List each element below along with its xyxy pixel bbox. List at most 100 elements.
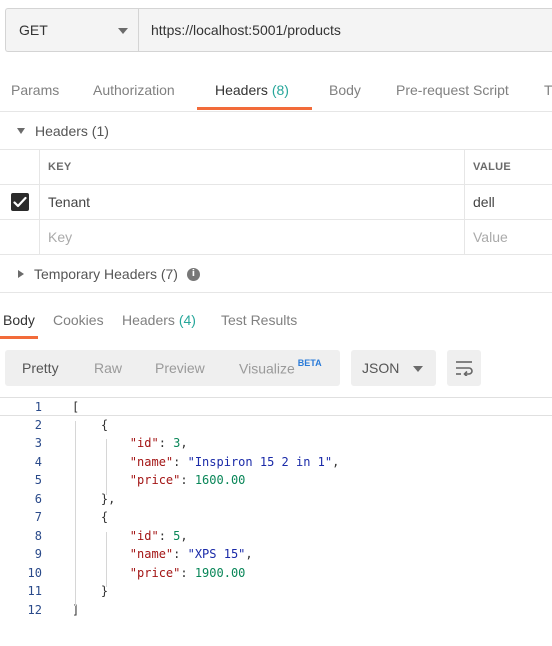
code-line: 3 "id": 3,: [0, 434, 552, 453]
tab-body[interactable]: Body: [329, 82, 361, 98]
checkbox-column-header: [0, 150, 40, 184]
tab-pre-request-script[interactable]: Pre-request Script: [396, 82, 509, 98]
line-number: 4: [34, 454, 42, 469]
line-number: 8: [34, 528, 42, 543]
key-column-header: KEY: [40, 150, 465, 184]
new-value-input[interactable]: Value: [465, 220, 552, 254]
empty-checkbox-cell: [0, 220, 40, 254]
raw-button[interactable]: Raw: [94, 360, 122, 376]
tab-label: Body: [329, 82, 361, 98]
tab-label: Cookies: [53, 312, 104, 328]
wrap-lines-icon: [456, 361, 473, 376]
response-tabs: Body Cookies Headers (4) Test Results: [0, 303, 552, 339]
method-select[interactable]: GET: [5, 8, 138, 52]
tab-label: Pre-request Script: [396, 82, 509, 98]
code-text: {: [72, 417, 109, 432]
tab-response-body[interactable]: Body: [3, 312, 35, 328]
line-number: 10: [27, 565, 42, 580]
code-text: [: [72, 400, 80, 414]
chevron-down-icon: [118, 28, 128, 34]
request-url-bar: GET https://localhost:5001/products: [5, 8, 552, 52]
tab-label: Headers: [122, 312, 175, 328]
temporary-headers-title: Temporary Headers (7): [34, 266, 178, 282]
tab-count: (8): [271, 82, 289, 98]
tab-count: (4): [178, 312, 196, 328]
code-line: 10 "price": 1900.00: [0, 564, 552, 583]
code-text: "price": 1600.00: [129, 473, 246, 487]
code-line: 1[: [0, 397, 552, 416]
header-value-field[interactable]: dell: [465, 185, 552, 219]
indent-guide: [75, 420, 76, 606]
method-value: GET: [19, 22, 48, 38]
format-select[interactable]: JSON: [351, 350, 436, 386]
request-tabs: Params Authorization Headers (8) Body Pr…: [0, 72, 552, 112]
new-key-input[interactable]: Key: [40, 220, 465, 254]
code-text: },: [72, 491, 116, 506]
code-text: "id": 3,: [129, 436, 188, 450]
value-column-header: VALUE: [473, 161, 511, 173]
code-text: "name": "Inspiron 15 2 in 1",: [129, 454, 340, 469]
line-number: 3: [34, 436, 42, 450]
code-text: "price": 1900.00: [129, 565, 246, 580]
info-icon[interactable]: i: [186, 267, 200, 281]
response-body-viewer[interactable]: 1[2 {3 "id": 3, 4 "name": "Inspiron 15 2 …: [0, 396, 552, 636]
line-number: 9: [34, 547, 42, 561]
line-number: 2: [34, 417, 42, 432]
table-row: Tenant dell: [0, 185, 552, 220]
beta-badge: BETA: [297, 358, 322, 368]
indent-guide: [106, 439, 107, 495]
code-line: 6 },: [0, 490, 552, 509]
caret-right-icon: [18, 270, 24, 278]
code-line: 7 {: [0, 508, 552, 527]
code-line: 11 }: [0, 582, 552, 601]
wrap-lines-button[interactable]: [447, 350, 481, 386]
active-tab-indicator: [0, 336, 38, 339]
format-value: JSON: [362, 360, 400, 376]
indent-guide: [106, 531, 107, 587]
line-number: 5: [34, 473, 42, 487]
url-value: https://localhost:5001/products: [151, 22, 341, 38]
tab-headers[interactable]: Headers (8): [215, 82, 289, 98]
headers-section-title: Headers (1): [35, 123, 109, 139]
code-line: 4 "name": "Inspiron 15 2 in 1",: [0, 453, 552, 472]
line-number: 1: [34, 400, 42, 414]
active-tab-indicator: [197, 107, 312, 110]
row-enable-checkbox-cell: [0, 185, 40, 219]
code-line: 2 {: [0, 416, 552, 435]
tab-tests[interactable]: T: [544, 82, 552, 98]
tab-test-results[interactable]: Test Results: [221, 312, 297, 328]
view-mode-control: Pretty Raw Preview Visualize BETA: [5, 350, 340, 386]
caret-down-icon: [17, 128, 25, 134]
code-line: 9 "name": "XPS 15",: [0, 545, 552, 564]
tab-cookies[interactable]: Cookies: [53, 312, 104, 328]
preview-button[interactable]: Preview: [155, 360, 205, 376]
table-header-row: KEY VALUE: [0, 149, 552, 185]
line-number: 12: [27, 602, 42, 617]
table-row-new: Key Value: [0, 220, 552, 255]
check-icon: [12, 196, 27, 208]
tab-label: Test Results: [221, 312, 298, 328]
line-number: 11: [27, 584, 42, 598]
visualize-label: Visualize: [239, 360, 295, 377]
tab-label: Params: [11, 82, 60, 98]
line-number: 6: [34, 491, 42, 506]
code-line: 8 "id": 5,: [0, 527, 552, 546]
code-text: "name": "XPS 15",: [129, 547, 253, 561]
header-key-field[interactable]: Tenant: [40, 185, 465, 219]
visualize-button[interactable]: Visualize BETA: [239, 358, 322, 377]
code-text: {: [72, 510, 109, 524]
row-enable-checkbox[interactable]: [10, 193, 29, 211]
tab-label: Body: [3, 312, 35, 328]
code-line: 12]: [0, 601, 552, 620]
chevron-down-icon: [413, 366, 423, 372]
url-input[interactable]: https://localhost:5001/products: [138, 8, 552, 52]
tab-label: T: [544, 82, 552, 98]
tab-label: Headers: [215, 82, 268, 98]
code-line: 5 "price": 1600.00: [0, 471, 552, 490]
pretty-button[interactable]: Pretty: [22, 360, 59, 376]
headers-section-toggle[interactable]: Headers (1): [0, 113, 552, 149]
tab-params[interactable]: Params: [11, 82, 59, 98]
temporary-headers-toggle[interactable]: Temporary Headers (7) i: [0, 256, 552, 293]
tab-response-headers[interactable]: Headers (4): [122, 312, 196, 328]
tab-authorization[interactable]: Authorization: [93, 82, 175, 98]
